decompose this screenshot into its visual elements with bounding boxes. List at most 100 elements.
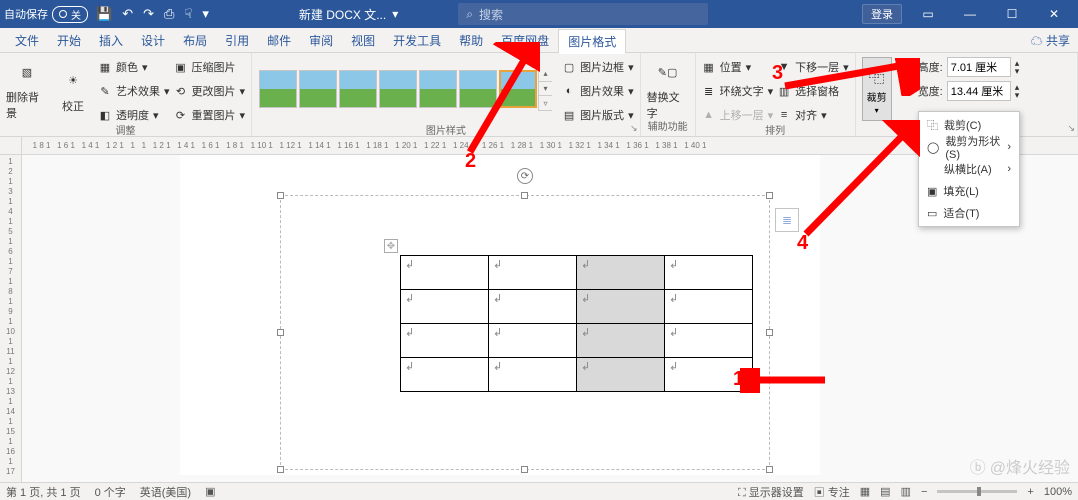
page-canvas[interactable]: ⟳ ≣ ✥ ↲↲↲↲ ↲↲↲↲ ↲↲↲↲ ↲↲↲↲ [180,155,820,475]
handle-e[interactable] [766,329,773,336]
login-button[interactable]: 登录 [862,4,902,24]
redo-icon[interactable]: ↷ [143,6,154,22]
zoom-in-icon[interactable]: + [1027,486,1033,498]
minimize-icon[interactable]: — [950,0,990,28]
status-page[interactable]: 第 1 页, 共 1 页 [6,484,81,500]
tab-developer[interactable]: 开发工具 [384,28,450,53]
zoom-slider[interactable] [937,490,1017,493]
style-thumb-3[interactable] [339,70,377,108]
styles-launcher-icon[interactable]: ↘ [630,123,638,134]
send-back-button[interactable]: ▼下移一层 ▾ [777,57,849,77]
tab-mailings[interactable]: 邮件 [258,28,300,53]
transparency-button[interactable]: ◧透明度 ▾ [98,105,170,125]
handle-s[interactable] [521,466,528,473]
view-print-icon[interactable]: ▦ [860,485,870,498]
ruler-vertical[interactable]: 1213141516171819110111112113114115116117 [0,155,22,482]
table-object[interactable]: ✥ ↲↲↲↲ ↲↲↲↲ ↲↲↲↲ ↲↲↲↲ [400,255,753,392]
handle-se[interactable] [766,466,773,473]
crop-menu-shape[interactable]: ◯裁剪为形状(S)› [919,136,1019,158]
content-table[interactable]: ↲↲↲↲ ↲↲↲↲ ↲↲↲↲ ↲↲↲↲ [400,255,753,392]
cell[interactable]: ↲ [401,290,489,324]
ribbon-options-icon[interactable]: ▭ [908,0,948,28]
tab-picture-format[interactable]: 图片格式 [558,29,626,54]
share-button[interactable]: ☁ 共享 [1031,32,1070,49]
position-button[interactable]: ▦位置 ▾ [702,57,774,77]
tab-review[interactable]: 审阅 [300,28,342,53]
save-icon[interactable]: 💾 [96,6,112,22]
handle-sw[interactable] [277,466,284,473]
align-button[interactable]: ≡对齐 ▾ [777,105,849,125]
tab-design[interactable]: 设计 [132,28,174,53]
handle-nw[interactable] [277,192,284,199]
cell[interactable]: ↲ [401,358,489,392]
reset-picture-button[interactable]: ⟳重置图片 ▾ [174,105,246,125]
remove-background-button[interactable]: ▧删除背景 [6,57,48,121]
status-words[interactable]: 0 个字 [95,484,126,500]
status-display[interactable]: ⛶ 显示器设置 [738,484,804,500]
handle-w[interactable] [277,329,284,336]
maximize-icon[interactable]: ☐ [992,0,1032,28]
cell[interactable]: ↲ [665,324,753,358]
handle-ne[interactable] [766,192,773,199]
artistic-button[interactable]: ✎艺术效果 ▾ [98,81,170,101]
cell[interactable]: ↲ [401,256,489,290]
status-lang[interactable]: 英语(美国) [140,484,191,500]
gallery-scroll[interactable]: ▴▾▿ [538,67,552,111]
search-box[interactable]: ⌕ 搜索 [458,3,708,25]
cell[interactable]: ↲ [665,290,753,324]
cell[interactable]: ↲ [489,324,577,358]
zoom-out-icon[interactable]: − [921,486,927,498]
alt-text-button[interactable]: ✎▢替换文字 [647,57,689,121]
tab-view[interactable]: 视图 [342,28,384,53]
undo-icon[interactable]: ↶ [122,6,133,22]
print-icon[interactable]: ⎙ [164,6,174,22]
layout-options-icon[interactable]: ≣ [775,208,799,232]
crop-button[interactable]: ⿻ 裁剪 ▾ [862,57,892,121]
cell[interactable]: ↲ [577,256,665,290]
autosave-toggle[interactable]: 自动保存 关 [4,6,88,23]
height-input[interactable] [947,57,1011,77]
zoom-value[interactable]: 100% [1044,486,1072,498]
cell[interactable]: ↲ [577,358,665,392]
close-icon[interactable]: ✕ [1034,0,1074,28]
view-web-icon[interactable]: ▥ [901,485,911,498]
selection-pane-button[interactable]: ▥选择窗格 [777,81,849,101]
autosave-pill[interactable]: 关 [52,6,88,23]
tab-baidu[interactable]: 百度网盘 [492,28,558,53]
rotate-handle-icon[interactable]: ⟳ [517,168,533,184]
ruler-horizontal[interactable]: 1 8 1 1 6 1 1 4 1 1 2 1 1 1 1 2 1 1 4 1 … [0,137,1078,155]
picture-layout-button[interactable]: ▤图片版式 ▾ [562,105,634,125]
cell[interactable]: ↲ [401,324,489,358]
cell[interactable]: ↲ [577,290,665,324]
tab-insert[interactable]: 插入 [90,28,132,53]
style-thumb-4[interactable] [379,70,417,108]
picture-effects-button[interactable]: ◐图片效果 ▾ [562,81,634,101]
cell[interactable]: ↲ [489,256,577,290]
table-move-handle-icon[interactable]: ✥ [384,239,398,253]
cell[interactable]: ↲ [665,256,753,290]
document-title[interactable]: 新建 DOCX 文...▾ [299,6,398,23]
status-focus[interactable]: ▣ 专注 [814,484,850,500]
style-thumb-1[interactable] [259,70,297,108]
style-gallery[interactable]: ▴▾▿ [258,57,552,121]
style-thumb-7[interactable] [499,70,537,108]
style-thumb-2[interactable] [299,70,337,108]
touch-icon[interactable]: ☟ [184,6,192,22]
handle-n[interactable] [521,192,528,199]
style-thumb-5[interactable] [419,70,457,108]
bring-forward-button[interactable]: ▲上移一层 ▾ [702,105,774,125]
tab-help[interactable]: 帮助 [450,28,492,53]
crop-menu-fit[interactable]: ▭适合(T) [919,202,1019,224]
height-stepper[interactable]: ▴▾ [1015,59,1020,75]
width-input[interactable] [947,81,1011,101]
color-button[interactable]: ▦颜色 ▾ [98,57,170,77]
cell[interactable]: ↲ [577,324,665,358]
tab-layout[interactable]: 布局 [174,28,216,53]
compress-button[interactable]: ▣压缩图片 [174,57,246,77]
cell[interactable]: ↲ [665,358,753,392]
width-stepper[interactable]: ▴▾ [1015,83,1020,99]
crop-menu-ratio[interactable]: 纵横比(A)› [919,158,1019,180]
wrap-text-button[interactable]: ≣环绕文字 ▾ [702,81,774,101]
cell[interactable]: ↲ [489,290,577,324]
cell[interactable]: ↲ [489,358,577,392]
